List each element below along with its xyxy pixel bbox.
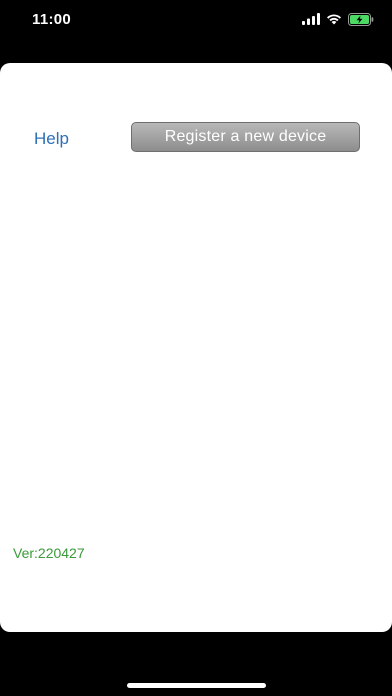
battery-charging-icon [348,12,374,26]
version-label: Ver:220427 [13,545,85,561]
status-time: 11:00 [32,11,72,28]
signal-icon [302,13,320,25]
register-device-button[interactable]: Register a new device [131,122,360,152]
status-icons [302,12,374,26]
help-link[interactable]: Help [34,129,69,149]
app-screen: 11:00 Help Register a new device Ver:220… [0,0,392,696]
home-indicator[interactable] [127,683,266,688]
status-bar: 11:00 [0,0,392,44]
wifi-icon [327,14,341,25]
main-sheet: Help Register a new device Ver:220427 [0,63,392,632]
